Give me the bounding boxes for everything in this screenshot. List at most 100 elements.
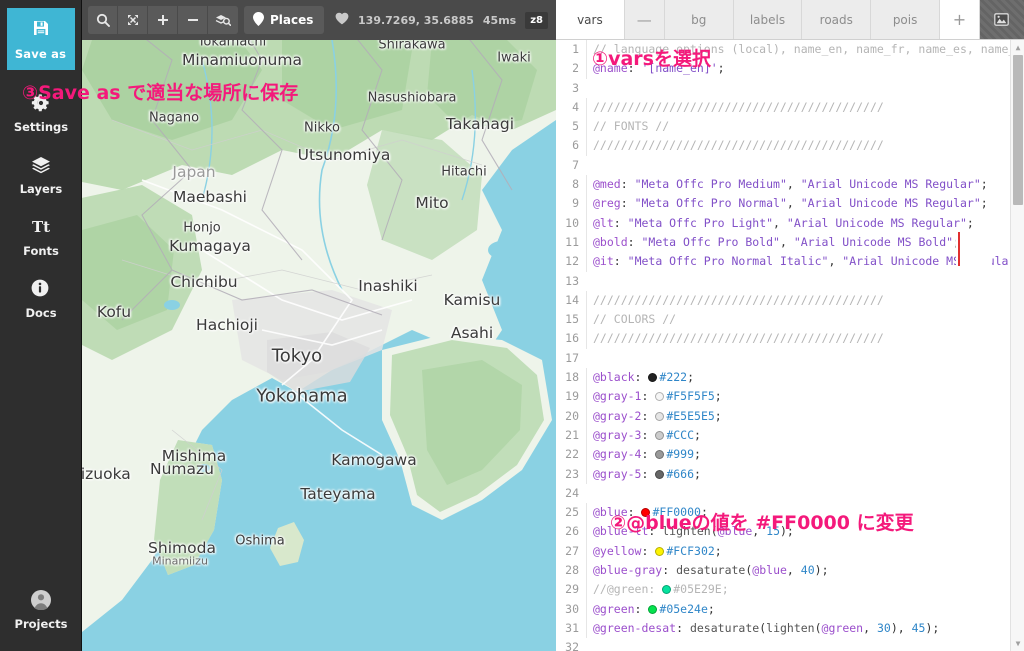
- tab-labels-label: labels: [749, 12, 786, 27]
- zoom-out-icon[interactable]: [178, 6, 208, 34]
- code-line[interactable]: 27 @yellow: #FCF302;: [556, 541, 1024, 562]
- sidebar-item-fonts-label: Fonts: [23, 244, 59, 258]
- save-as-button[interactable]: Save as: [6, 8, 75, 70]
- sidebar-item-projects[interactable]: Projects: [0, 575, 82, 637]
- sidebar-item-fonts[interactable]: Tt Fonts: [0, 202, 82, 264]
- code-line[interactable]: 13: [556, 272, 1024, 291]
- code-line-text: ////////////////////////////////////////…: [586, 136, 1024, 156]
- fullscreen-icon[interactable]: [118, 6, 148, 34]
- code-line[interactable]: 4 ///////////////////////////////////////…: [556, 97, 1024, 118]
- line-number: 30: [565, 601, 579, 616]
- search-icon[interactable]: [88, 6, 118, 34]
- code-line[interactable]: 11 @bold: "Meta Offc Pro Bold", "Arial Un…: [556, 232, 1024, 253]
- code-line[interactable]: 1 // language options (local), name_en, n…: [556, 40, 1024, 60]
- map-tool-group: [88, 6, 238, 34]
- line-number: 17: [565, 350, 579, 365]
- image-preview-icon[interactable]: [979, 0, 1024, 39]
- tab-bg-label: bg: [691, 12, 707, 27]
- places-button[interactable]: Places: [244, 6, 325, 34]
- code-line[interactable]: 7: [556, 156, 1024, 175]
- editor-text-cursor: [958, 232, 960, 266]
- code-line[interactable]: 8 @med: "Meta Offc Pro Medium", "Arial Un…: [556, 175, 1024, 195]
- code-line[interactable]: 26 @blue-lt: lighten(@blue, 15);: [556, 522, 1024, 542]
- line-number: 21: [565, 427, 579, 442]
- line-number: 28: [565, 563, 579, 578]
- code-line-text: @blue: #FF0000;: [586, 503, 1024, 523]
- tab-pois[interactable]: pois: [871, 0, 940, 39]
- code-line[interactable]: 20 @gray-2: #E5E5E5;: [556, 406, 1024, 426]
- sidebar-item-layers[interactable]: Layers: [0, 140, 82, 202]
- sidebar-item-settings[interactable]: Settings: [0, 78, 82, 140]
- heart-icon[interactable]: [335, 12, 349, 28]
- gear-icon: [30, 92, 52, 114]
- code-line[interactable]: 30 @green: #05e24e;: [556, 599, 1024, 619]
- add-tab-button[interactable]: +: [939, 0, 980, 39]
- add-tab-label: +: [952, 10, 967, 29]
- tab-roads[interactable]: roads: [802, 0, 872, 39]
- code-editor[interactable]: 1 // language options (local), name_en, n…: [556, 40, 1024, 651]
- code-line[interactable]: 17: [556, 349, 1024, 368]
- code-line-text: @green: #05e24e;: [586, 599, 1024, 619]
- map-coordinates: 139.7269, 35.6885: [358, 13, 474, 27]
- code-line[interactable]: 3: [556, 79, 1024, 98]
- line-number: 15: [565, 312, 579, 327]
- map-pin-icon: [253, 11, 264, 29]
- tab-vars[interactable]: vars: [556, 0, 625, 39]
- line-number: 6: [572, 138, 579, 153]
- code-line-text: // COLORS //: [586, 310, 1024, 330]
- code-line-text: ////////////////////////////////////////…: [586, 97, 1024, 118]
- map-latency: 45ms: [482, 13, 517, 27]
- line-number: 1: [572, 42, 579, 56]
- scroll-down-icon[interactable]: ▼: [1011, 637, 1024, 650]
- code-line[interactable]: 24: [556, 484, 1024, 503]
- code-line[interactable]: 32: [556, 638, 1024, 651]
- code-line[interactable]: 6 ///////////////////////////////////////…: [556, 136, 1024, 156]
- code-line[interactable]: 21 @gray-3: #CCC;: [556, 425, 1024, 446]
- code-line[interactable]: 12 @it: "Meta Offc Pro Normal Italic", "A…: [556, 252, 1024, 272]
- tab-bg[interactable]: bg: [664, 0, 734, 39]
- code-line[interactable]: 5 // FONTS //: [556, 117, 1024, 137]
- code-line[interactable]: 29 //@green: #05E29E;: [556, 580, 1024, 600]
- line-number: 5: [572, 119, 579, 134]
- code-line[interactable]: 14 //////////////////////////////////////…: [556, 290, 1024, 311]
- map-toolbar: Places 139.7269, 35.6885 45ms z8: [82, 0, 556, 40]
- line-number: 31: [565, 620, 579, 635]
- tab-separator-label: —: [636, 10, 652, 29]
- line-number: 26: [565, 524, 579, 539]
- code-line[interactable]: 23 @gray-5: #666;: [556, 464, 1024, 484]
- map-viewport[interactable]: Tokamachi Minamiuonuma Shirakawa Iwaki Nasus…: [82, 0, 556, 651]
- code-line[interactable]: 19 @gray-1: #F5F5F5;: [556, 387, 1024, 407]
- line-number: 2: [572, 61, 579, 76]
- scroll-up-icon[interactable]: ▲: [1011, 41, 1024, 54]
- code-line[interactable]: 10 @lt: "Meta Offc Pro Light", "Arial Uni…: [556, 213, 1024, 233]
- code-line-text: //@green: #05E29E;: [586, 580, 1024, 600]
- line-number: 16: [565, 331, 579, 346]
- code-line[interactable]: 18 @black: #222;: [556, 368, 1024, 388]
- map-canvas: [82, 0, 556, 651]
- code-line[interactable]: 28 @blue-gray: desaturate(@blue, 40);: [556, 561, 1024, 581]
- code-line-text: @gray-1: #F5F5F5;: [586, 387, 1024, 407]
- line-number: 25: [565, 505, 579, 520]
- places-label: Places: [270, 13, 314, 27]
- code-line[interactable]: 15 // COLORS //: [556, 310, 1024, 330]
- code-line[interactable]: 22 @gray-4: #999;: [556, 445, 1024, 465]
- sidebar-item-docs[interactable]: Docs: [0, 264, 82, 326]
- code-line[interactable]: 25 @blue: #FF0000;: [556, 503, 1024, 523]
- tab-roads-label: roads: [819, 12, 853, 27]
- zoom-in-icon[interactable]: [148, 6, 178, 34]
- code-line[interactable]: 16 //////////////////////////////////////…: [556, 329, 1024, 349]
- save-as-label: Save as: [14, 46, 67, 61]
- tab-labels[interactable]: labels: [733, 0, 803, 39]
- tab-separator[interactable]: —: [624, 0, 665, 39]
- inspect-layer-icon[interactable]: [208, 6, 238, 34]
- code-line-text: @yellow: #FCF302;: [586, 541, 1024, 562]
- code-line[interactable]: 2 @name: '[name_en]';: [556, 59, 1024, 79]
- code-line[interactable]: 31 @green-desat: desaturate(lighten(@gree…: [556, 618, 1024, 639]
- line-number: 4: [572, 99, 579, 114]
- map-status-bar: 139.7269, 35.6885 45ms z8: [335, 11, 550, 29]
- code-line-text: @blue-lt: lighten(@blue, 15);: [586, 522, 1024, 542]
- editor-vertical-scrollbar[interactable]: ▲ ▼: [1010, 40, 1024, 651]
- sidebar-item-settings-label: Settings: [13, 120, 69, 134]
- code-line[interactable]: 9 @reg: "Meta Offc Pro Normal", "Arial Un…: [556, 194, 1024, 214]
- scrollbar-thumb[interactable]: [1013, 55, 1023, 205]
